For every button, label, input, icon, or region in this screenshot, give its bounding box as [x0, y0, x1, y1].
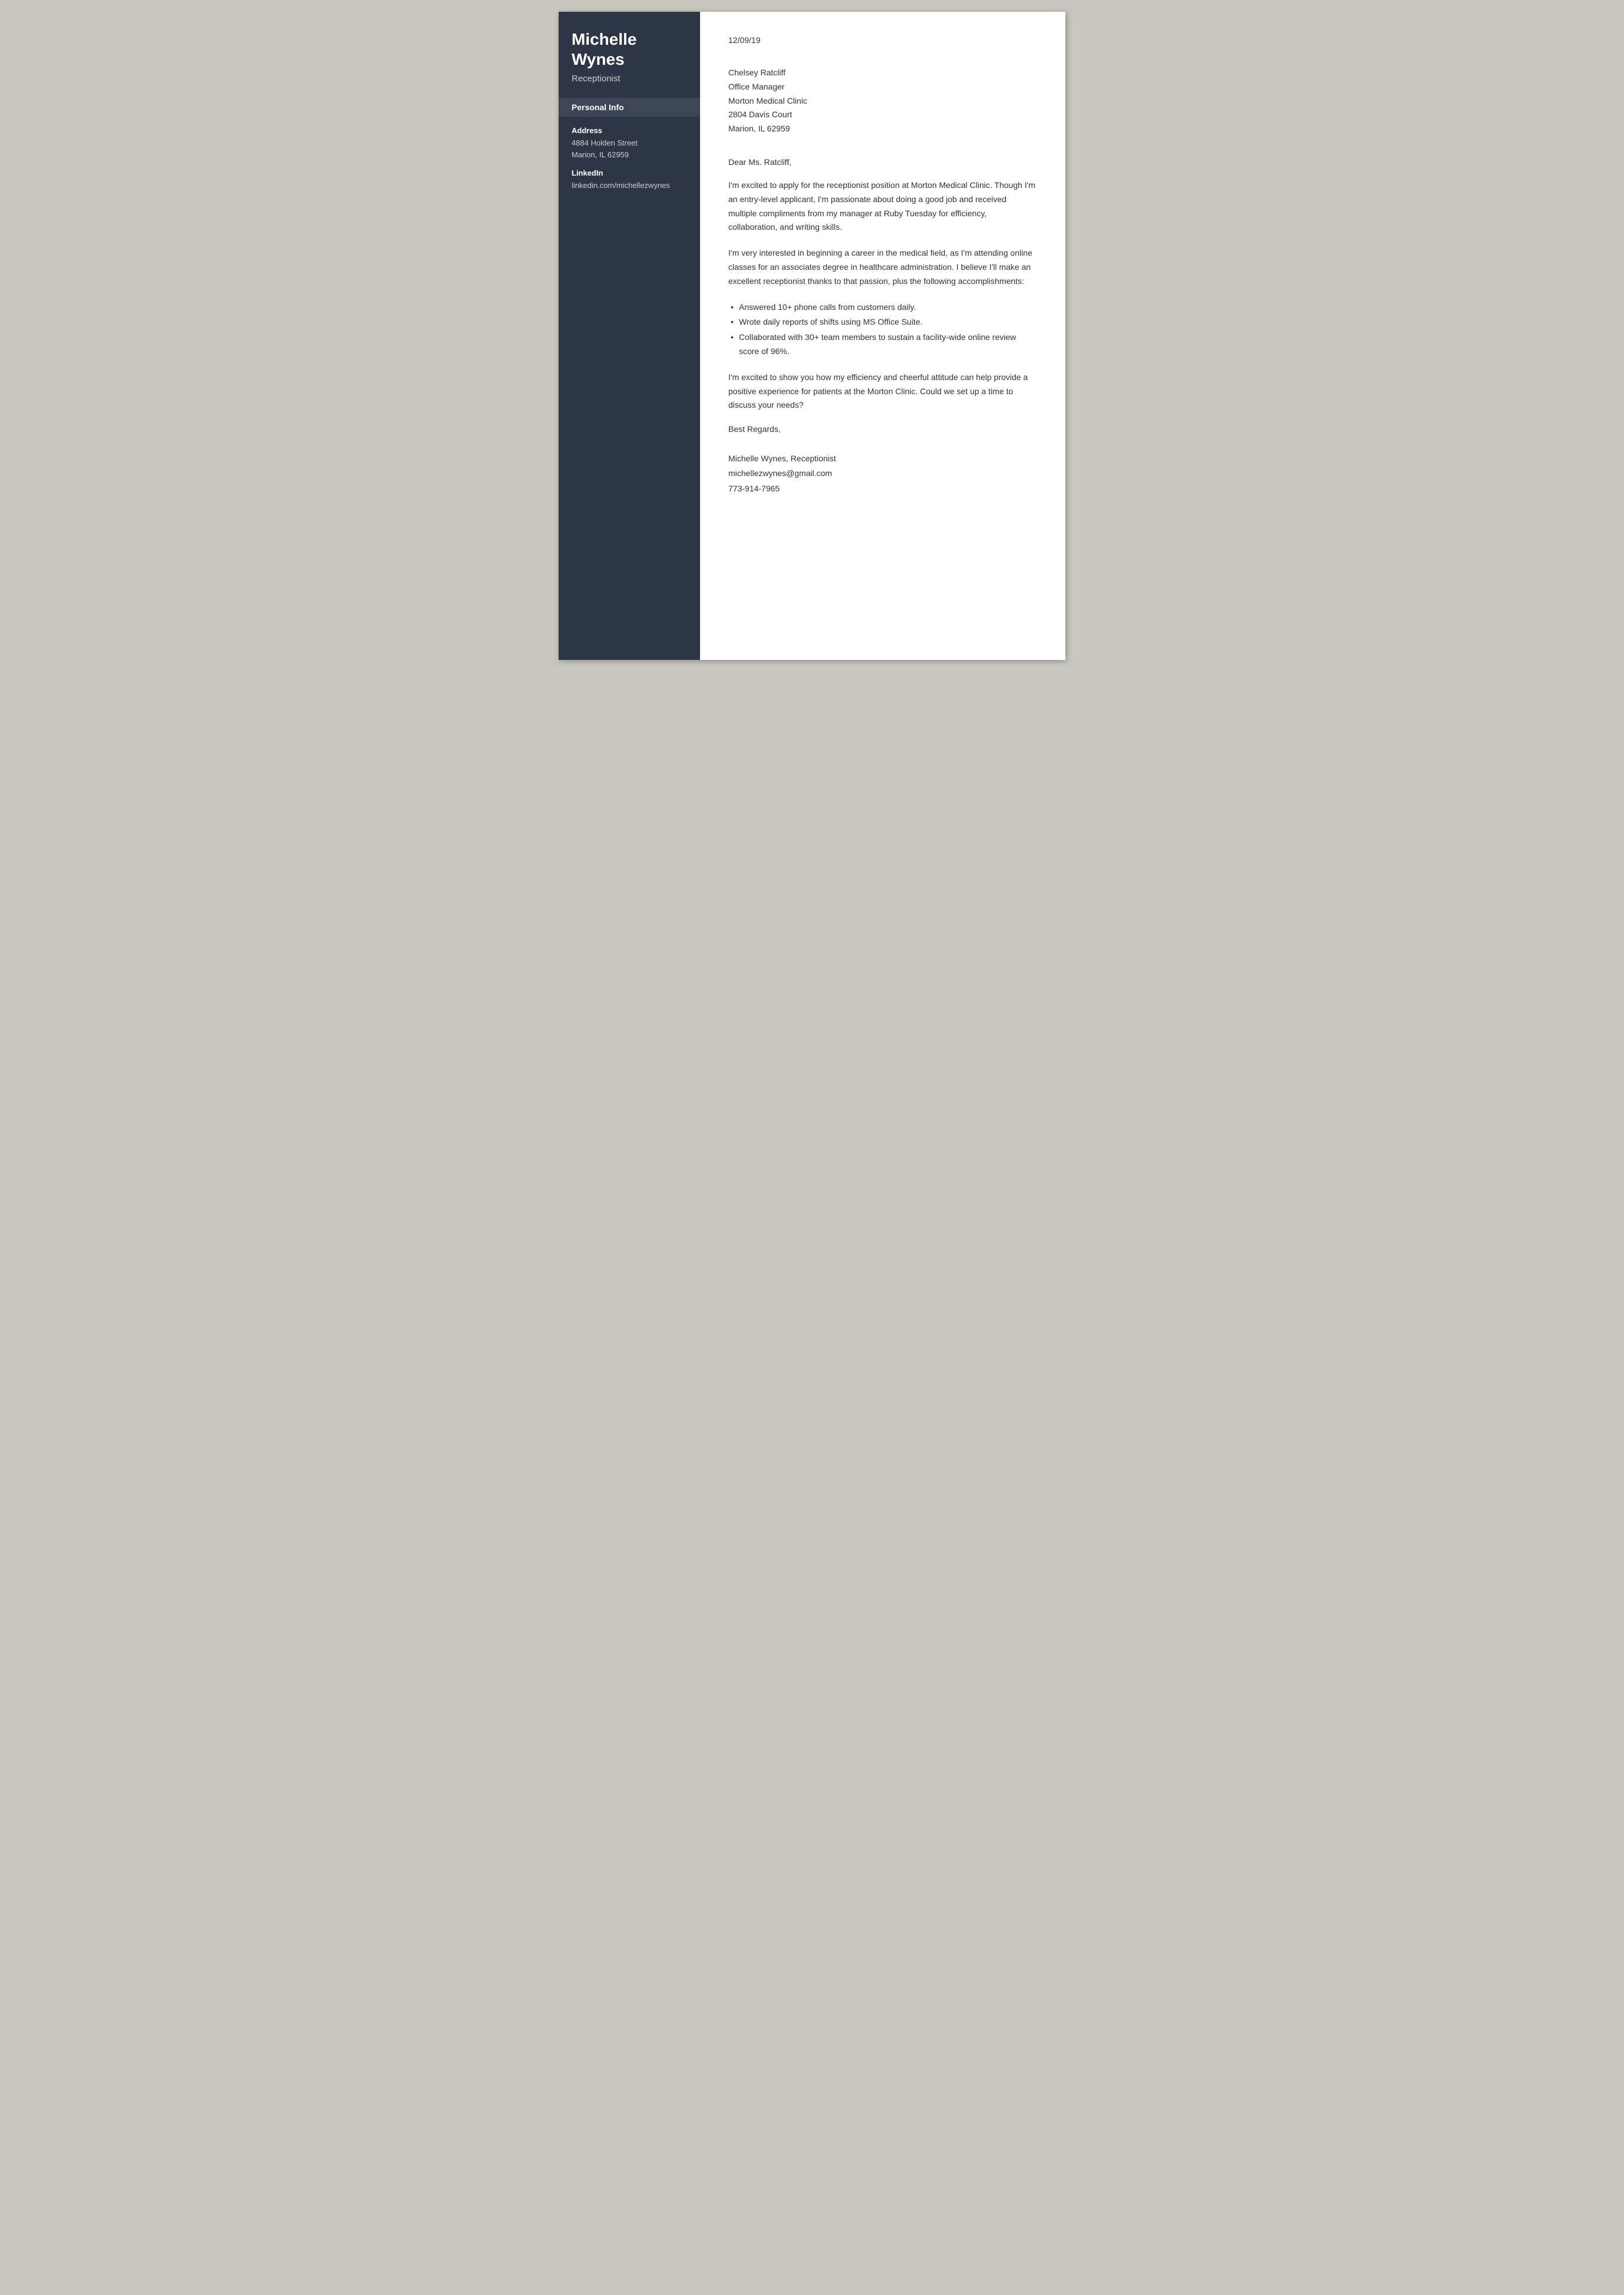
address-value: 4884 Holden Street Marion, IL 62959: [572, 137, 687, 160]
letter-signature-block: Michelle Wynes, Receptionist michellezwy…: [728, 451, 1037, 496]
letter-salutation: Dear Ms. Ratcliff,: [728, 157, 1037, 167]
recipient-address1: 2804 Davis Court: [728, 108, 1037, 122]
document: Michelle Wynes Receptionist Personal Inf…: [559, 12, 1065, 660]
recipient-block: Chelsey Ratcliff Office Manager Morton M…: [728, 66, 1037, 136]
letter-paragraph-2: I'm very interested in beginning a caree…: [728, 246, 1037, 288]
applicant-name: Michelle Wynes: [572, 29, 687, 69]
bullet-item-3: Collaborated with 30+ team members to su…: [728, 331, 1037, 359]
recipient-title: Office Manager: [728, 80, 1037, 94]
letter-bullet-list: Answered 10+ phone calls from customers …: [728, 301, 1037, 359]
signature-name: Michelle Wynes, Receptionist: [728, 451, 1037, 466]
sidebar: Michelle Wynes Receptionist Personal Inf…: [559, 12, 700, 660]
recipient-name: Chelsey Ratcliff: [728, 66, 1037, 80]
linkedin-value: linkedin.com/michellezwynes: [572, 180, 687, 191]
recipient-company: Morton Medical Clinic: [728, 94, 1037, 108]
signature-phone: 773-914-7965: [728, 481, 1037, 496]
address-label: Address: [572, 126, 687, 135]
recipient-city-state-zip: Marion, IL 62959: [728, 122, 1037, 136]
signature-email: michellezwynes@gmail.com: [728, 466, 1037, 481]
bullet-item-1: Answered 10+ phone calls from customers …: [728, 301, 1037, 315]
letter-paragraph-3: I'm excited to show you how my efficienc…: [728, 371, 1037, 412]
personal-info-header: Personal Info: [559, 98, 700, 117]
linkedin-label: LinkedIn: [572, 169, 687, 177]
letter-date: 12/09/19: [728, 35, 1037, 45]
main-content: 12/09/19 Chelsey Ratcliff Office Manager…: [700, 12, 1065, 660]
applicant-title: Receptionist: [572, 74, 687, 84]
letter-paragraph-1: I'm excited to apply for the receptionis…: [728, 179, 1037, 235]
bullet-item-2: Wrote daily reports of shifts using MS O…: [728, 315, 1037, 329]
letter-closing: Best Regards,: [728, 424, 1037, 434]
